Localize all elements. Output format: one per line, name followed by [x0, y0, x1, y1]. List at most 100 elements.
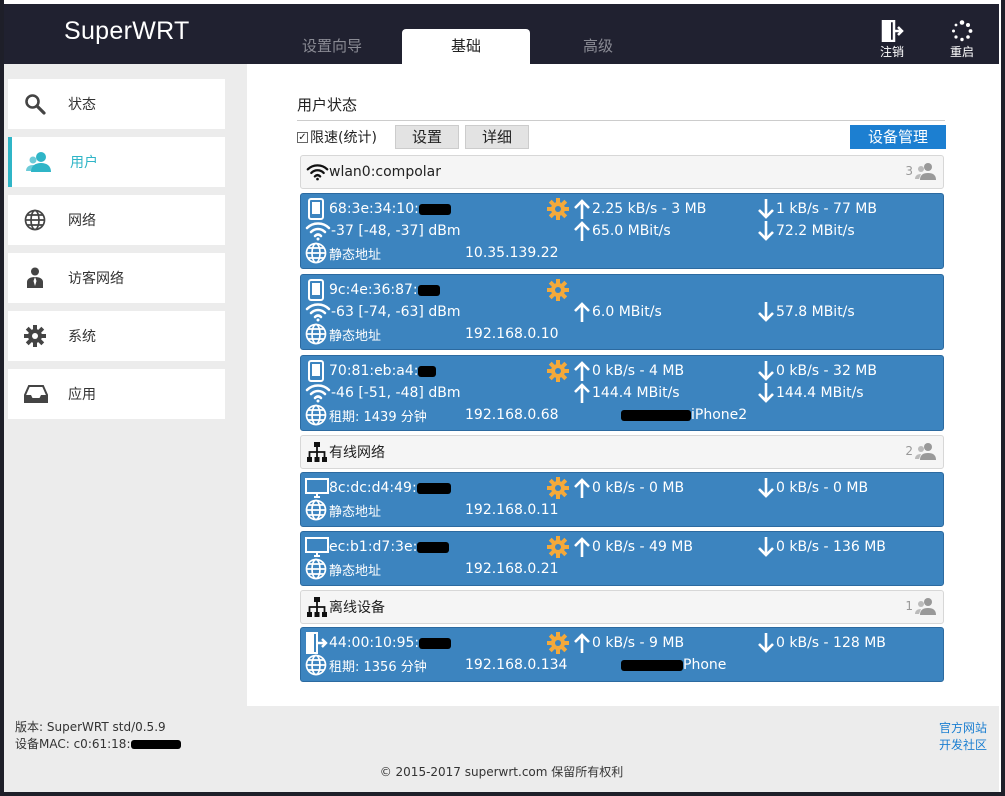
- sidebar-item-users[interactable]: 用户: [8, 137, 225, 187]
- guest-icon: [27, 267, 43, 288]
- sidebar-item-apps[interactable]: 应用: [8, 369, 225, 419]
- device-mac: 8c:dc:d4:49:: [329, 480, 417, 496]
- group-name: 离线设备: [329, 600, 385, 616]
- sidebar: 状态 用户 网络 访客网络 系统 应用: [4, 64, 247, 706]
- redaction-mask: [416, 482, 451, 494]
- tab-basic[interactable]: 基础: [402, 29, 530, 64]
- sidebar-item-system[interactable]: 系统: [8, 311, 225, 361]
- arrow-down-icon: [758, 221, 774, 241]
- device-address-type: 租期: 1356 分钟: [329, 659, 427, 675]
- device-address-type: 静态地址: [329, 328, 382, 344]
- details-button[interactable]: 详细: [465, 125, 529, 149]
- globe-icon: [305, 558, 327, 580]
- copyright: © 2015-2017 superwrt.com 保留所有权利: [379, 765, 624, 779]
- gear-icon[interactable]: [547, 279, 569, 301]
- device-manage-button[interactable]: 设备管理: [850, 125, 946, 149]
- device-card[interactable]: 8c:dc:d4:49: 静态地址 192.168.0.11 0 kB/s - …: [300, 472, 944, 527]
- limit-checkbox[interactable]: ✓ 限速(统计): [297, 127, 377, 147]
- device-hostname: iPhone2: [691, 407, 748, 423]
- arrow-down-icon: [758, 383, 774, 403]
- redaction-mask: [419, 637, 452, 649]
- sidebar-item-status[interactable]: 状态: [8, 79, 225, 129]
- page-title: 用户状态: [297, 96, 358, 114]
- group-header-wired[interactable]: 有线网络 2: [300, 435, 944, 469]
- redaction-mask: [417, 541, 450, 553]
- arrow-down-icon: [758, 361, 774, 381]
- sidebar-item-network[interactable]: 网络: [8, 195, 225, 245]
- sidebar-item-label: 访客网络: [68, 271, 124, 287]
- device-download: 0 kB/s - 0 MB: [776, 480, 869, 496]
- redaction-mask: [621, 659, 683, 671]
- dev-community-link[interactable]: 开发社区: [939, 736, 987, 753]
- arrow-up-icon: [574, 221, 590, 241]
- tab-advanced[interactable]: 高级: [534, 29, 662, 64]
- device-download-rate: 144.4 MBit/s: [776, 385, 864, 401]
- logout-button[interactable]: 注销: [872, 20, 912, 60]
- device-card[interactable]: 70:81:eb:a4: -46 [-51, -48] dBm 租期: 1439…: [300, 355, 944, 431]
- device-card[interactable]: 68:3e:34:10: -37 [-48, -37] dBm 静态地址 10.…: [300, 193, 944, 269]
- group-name: wlan0:compolar: [329, 164, 441, 180]
- checkbox-icon[interactable]: ✓: [297, 131, 308, 143]
- users-icon: [915, 598, 936, 615]
- group-header-wifi[interactable]: wlan0:compolar 3: [300, 155, 944, 189]
- top-header: SuperWRT 设置向导 基础 高级 注销 重启: [4, 4, 999, 64]
- device-address-type: 静态地址: [329, 563, 382, 579]
- phone-icon: [308, 279, 324, 301]
- device-ip: 192.168.0.134: [465, 657, 568, 673]
- users-icon: [26, 152, 51, 172]
- tab-setup-wizard[interactable]: 设置向导: [268, 29, 396, 64]
- gear-icon[interactable]: [547, 360, 569, 382]
- sidebar-item-label: 系统: [68, 329, 96, 345]
- device-card[interactable]: 9c:4e:36:87: -63 [-74, -63] dBm 静态地址 192…: [300, 274, 944, 350]
- footer: 版本: SuperWRT std/0.5.9 设备MAC: c0:61:18: …: [4, 706, 999, 792]
- wifi-icon: [305, 222, 331, 241]
- settings-button[interactable]: 设置: [395, 125, 459, 149]
- device-address-type: 静态地址: [329, 504, 382, 520]
- device-hostname: Phone: [683, 657, 727, 673]
- device-upload: 0 kB/s - 49 MB: [592, 539, 693, 555]
- arrow-down-icon: [758, 302, 774, 322]
- device-ip: 10.35.139.22: [465, 245, 559, 261]
- main-content: 用户状态 ✓ 限速(统计) 设置 详细 设备管理 wlan0:compolar …: [247, 64, 999, 706]
- wifi-icon: [306, 164, 329, 181]
- device-ip: 192.168.0.10: [465, 326, 559, 342]
- device-card[interactable]: ec:b1:d7:3e: 静态地址 192.168.0.21 0 kB/s - …: [300, 531, 944, 586]
- gear-icon[interactable]: [547, 477, 569, 499]
- device-upload: 2.25 kB/s - 3 MB: [592, 201, 707, 217]
- wifi-icon: [305, 303, 331, 322]
- device-upload: 0 kB/s - 4 MB: [592, 363, 685, 379]
- device-signal: -46 [-51, -48] dBm: [331, 385, 461, 401]
- phone-icon: [308, 198, 324, 220]
- device-ip: 192.168.0.11: [465, 502, 559, 518]
- arrow-up-icon: [574, 383, 590, 403]
- device-download-rate: 57.8 MBit/s: [776, 304, 855, 320]
- gear-icon[interactable]: [547, 198, 569, 220]
- arrow-down-icon: [758, 199, 774, 219]
- redaction-mask: [417, 284, 440, 296]
- inbox-icon: [24, 385, 48, 403]
- reboot-icon: [952, 20, 973, 42]
- gear-icon[interactable]: [547, 536, 569, 558]
- device-signal: -37 [-48, -37] dBm: [331, 223, 461, 239]
- phone-icon: [308, 360, 324, 382]
- wifi-icon: [305, 384, 331, 403]
- globe-icon: [24, 209, 46, 231]
- arrow-up-icon: [574, 302, 590, 322]
- group-count: 1: [905, 599, 913, 613]
- device-download: 0 kB/s - 136 MB: [776, 539, 886, 555]
- reboot-button[interactable]: 重启: [942, 20, 982, 60]
- sidebar-item-guest-network[interactable]: 访客网络: [8, 253, 225, 303]
- arrow-down-icon: [758, 633, 774, 653]
- device-card[interactable]: 44:00:10:95: 租期: 1356 分钟 192.168.0.134 P…: [300, 627, 944, 682]
- redaction-mask: [621, 409, 691, 421]
- gear-icon[interactable]: [547, 632, 569, 654]
- arrow-up-icon: [574, 478, 590, 498]
- group-header-offline[interactable]: 离线设备 1: [300, 590, 944, 624]
- redaction-mask: [130, 740, 181, 749]
- device-mac: 9c:4e:36:87:: [329, 282, 418, 298]
- device-address-type: 静态地址: [329, 247, 382, 263]
- redaction-mask: [418, 203, 451, 215]
- device-upload-rate: 65.0 MBit/s: [592, 223, 671, 239]
- official-site-link[interactable]: 官方网站: [939, 719, 987, 736]
- device-upload: 0 kB/s - 9 MB: [592, 635, 685, 651]
